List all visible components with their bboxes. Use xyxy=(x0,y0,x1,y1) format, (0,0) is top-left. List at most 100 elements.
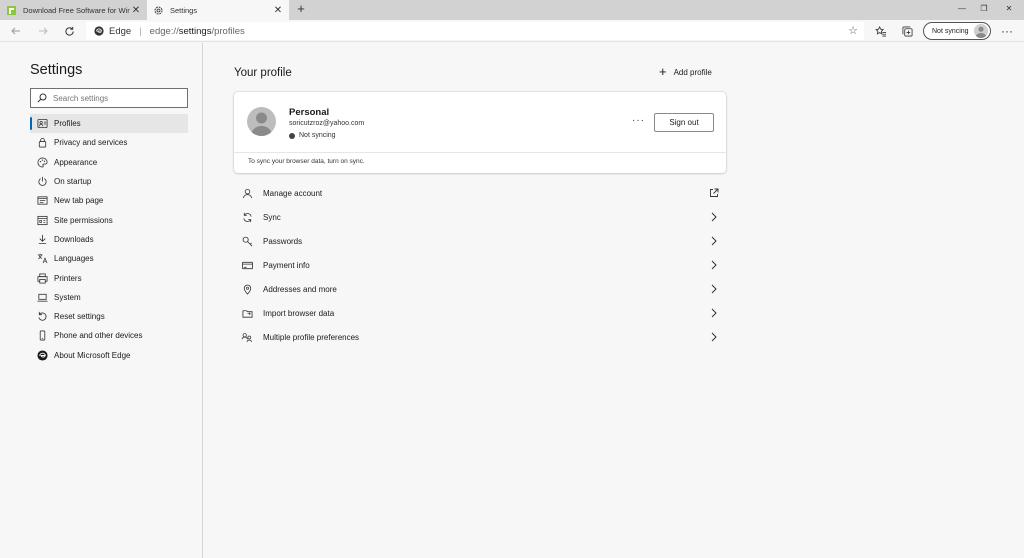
chevron-right-icon xyxy=(708,259,720,271)
sidebar-item-label: Languages xyxy=(54,254,94,264)
profile-sync-button[interactable]: Not syncing xyxy=(923,22,991,40)
sidebar-item-on-startup[interactable]: On startup xyxy=(30,172,188,191)
profile-sync-status: Not syncing xyxy=(289,132,336,139)
profile-settings-list: Manage account Sync Passwords Payment in… xyxy=(234,181,726,349)
close-icon[interactable]: ✕ xyxy=(131,5,141,16)
sidebar-item-site-permissions[interactable]: Site permissions xyxy=(30,210,188,229)
new-tab-button[interactable]: + xyxy=(294,2,308,16)
payment-info-link[interactable]: Payment info xyxy=(234,253,726,277)
location-pin-icon xyxy=(240,282,254,296)
refresh-button[interactable] xyxy=(60,22,78,40)
tab-softpedia[interactable]: Download Free Software for Wir ✕ xyxy=(0,0,147,20)
divider xyxy=(234,152,726,153)
multiple-profile-preferences-link[interactable]: Multiple profile preferences xyxy=(234,325,726,349)
sidebar-item-privacy[interactable]: Privacy and services xyxy=(30,133,188,152)
new-tab-icon xyxy=(36,195,48,207)
page-title: Your profile xyxy=(234,67,292,79)
menu-item-label: Payment info xyxy=(263,260,310,270)
address-separator: | xyxy=(139,25,142,37)
not-syncing-icon xyxy=(289,132,295,139)
forward-button[interactable] xyxy=(34,22,52,40)
reset-icon xyxy=(36,311,48,323)
sidebar-item-label: About Microsoft Edge xyxy=(54,350,131,360)
avatar xyxy=(974,24,988,38)
credit-card-icon xyxy=(240,258,254,272)
sidebar-item-label: Printers xyxy=(54,273,82,283)
sidebar-item-appearance[interactable]: Appearance xyxy=(30,153,188,172)
add-profile-button[interactable]: + Add profile xyxy=(659,64,712,79)
favorites-icon[interactable] xyxy=(872,22,890,40)
edge-logo-icon xyxy=(94,26,104,36)
import-browser-data-link[interactable]: Import browser data xyxy=(234,301,726,325)
passwords-link[interactable]: Passwords xyxy=(234,229,726,253)
plus-icon: + xyxy=(659,64,667,79)
window-close-button[interactable]: ✕ xyxy=(998,0,1020,20)
sidebar-item-about-edge[interactable]: About Microsoft Edge xyxy=(30,346,188,365)
search-input[interactable] xyxy=(53,93,183,103)
printer-icon xyxy=(36,272,48,284)
profile-card: Personal soricutzroz@yahoo.com Not synci… xyxy=(234,92,726,173)
sidebar-item-label: System xyxy=(54,292,81,302)
sign-out-button[interactable]: Sign out xyxy=(654,113,714,132)
menu-item-label: Sync xyxy=(263,212,281,222)
lock-icon xyxy=(36,137,48,149)
chevron-right-icon xyxy=(708,211,720,223)
search-box[interactable] xyxy=(30,88,188,108)
address-bar[interactable]: Edge | edge://settings/profiles ☆ xyxy=(86,22,864,40)
browser-toolbar: Edge | edge://settings/profiles ☆ Not sy… xyxy=(0,20,1024,42)
sidebar-title: Settings xyxy=(30,62,83,78)
sidebar-item-system[interactable]: System xyxy=(30,288,188,307)
sidebar-item-label: Downloads xyxy=(54,234,94,244)
url-text: edge://settings/profiles xyxy=(150,26,245,37)
person-icon xyxy=(240,186,254,200)
collections-icon[interactable] xyxy=(898,22,916,40)
more-menu-icon[interactable]: ··· xyxy=(998,22,1016,40)
phone-icon xyxy=(36,330,48,342)
tab-settings[interactable]: Settings ✕ xyxy=(147,0,289,20)
chevron-right-icon xyxy=(708,331,720,343)
tab-title: Settings xyxy=(170,5,198,15)
import-icon xyxy=(240,306,254,320)
sidebar-item-label: Phone and other devices xyxy=(54,331,143,341)
profile-status-label: Not syncing xyxy=(299,132,336,139)
sidebar-item-label: Appearance xyxy=(54,157,98,167)
sidebar-item-label: Reset settings xyxy=(54,312,105,322)
sidebar-item-label: On startup xyxy=(54,177,92,187)
sidebar-item-label: New tab page xyxy=(54,196,104,206)
key-icon xyxy=(240,234,254,248)
laptop-icon xyxy=(36,291,48,303)
sidebar-item-downloads[interactable]: Downloads xyxy=(30,230,188,249)
back-button[interactable] xyxy=(7,22,25,40)
sync-link[interactable]: Sync xyxy=(234,205,726,229)
sidebar-item-new-tab-page[interactable]: New tab page xyxy=(30,191,188,210)
close-icon[interactable]: ✕ xyxy=(273,5,283,16)
menu-item-label: Passwords xyxy=(263,236,303,246)
url-host: settings xyxy=(178,25,212,37)
favorite-star-icon[interactable]: ☆ xyxy=(848,24,858,37)
external-link-icon xyxy=(708,187,720,199)
addresses-link[interactable]: Addresses and more xyxy=(234,277,726,301)
sidebar-item-label: Profiles xyxy=(54,119,81,129)
sidebar-item-languages[interactable]: Languages xyxy=(30,249,188,268)
softpedia-favicon-icon xyxy=(6,5,17,16)
more-options-icon[interactable]: ··· xyxy=(632,115,645,126)
multi-profile-icon xyxy=(240,330,254,344)
sidebar-item-profiles[interactable]: Profiles xyxy=(30,114,188,134)
sidebar-item-printers[interactable]: Printers xyxy=(30,268,188,287)
edge-badge: Edge xyxy=(94,26,131,37)
palette-icon xyxy=(36,156,48,168)
manage-account-link[interactable]: Manage account xyxy=(234,181,726,205)
edge-label: Edge xyxy=(109,25,132,37)
menu-item-label: Manage account xyxy=(263,188,323,198)
restore-button[interactable]: ❐ xyxy=(973,0,995,20)
search-icon xyxy=(37,93,47,103)
sidebar-item-phone-devices[interactable]: Phone and other devices xyxy=(30,326,188,345)
menu-item-label: Import browser data xyxy=(263,308,335,318)
minimize-button[interactable]: — xyxy=(951,0,973,20)
language-icon xyxy=(36,253,48,265)
add-profile-label: Add profile xyxy=(673,67,712,77)
sidebar-item-reset-settings[interactable]: Reset settings xyxy=(30,307,188,326)
sync-hint-text: To sync your browser data, turn on sync. xyxy=(248,158,365,165)
avatar xyxy=(247,107,276,136)
sync-icon xyxy=(240,210,254,224)
